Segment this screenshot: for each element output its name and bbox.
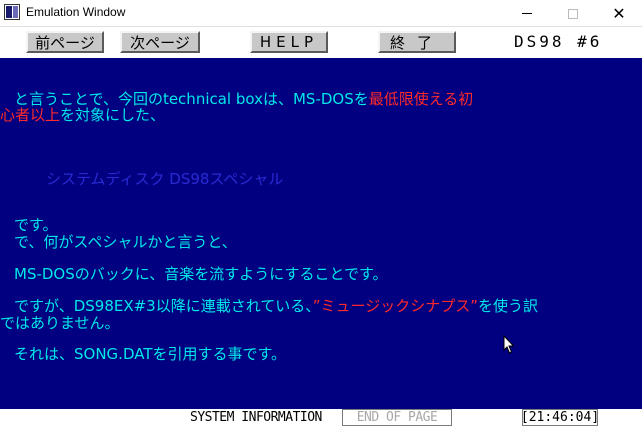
close-icon: ✕ (612, 3, 626, 23)
next-page-button[interactable]: 次ページ (120, 31, 200, 53)
mouse-cursor-icon (503, 335, 515, 354)
page-id-label: DS98 #6 (514, 32, 603, 51)
prev-page-button[interactable]: 前ページ (26, 31, 104, 53)
system-information-label: SYSTEM INFORMATION (190, 410, 322, 425)
text-line-2-a: 心者以上 (0, 106, 61, 124)
maximize-icon (568, 8, 578, 19)
text-line-1-b: は、MS-DOSを (262, 90, 369, 108)
text-line-7: ですが、DS98EX#3以降に連載されている、”ミュージックシナプス”を使う訳 (14, 297, 538, 315)
clock-display: [21:46:04] (520, 409, 600, 426)
title-bar[interactable]: Emulation Window ✕ (0, 0, 642, 27)
text-line-8: ではありません。 (0, 314, 120, 332)
emulator-screen: 前ページ 次ページ HELP 終了 DS98 #6 と言うことで、今回のtech… (0, 28, 642, 427)
minimize-button[interactable] (504, 0, 550, 27)
text-line-2: 心者以上を対象にした、 (0, 106, 165, 124)
text-line-3: システムディスク DS98スペシャル (46, 170, 284, 188)
text-line-4: です。 (14, 216, 58, 234)
status-bar: SYSTEM INFORMATION END OF PAGE [21:46:04… (0, 409, 642, 427)
text-line-5: で、何がスペシャルかと言うと、 (14, 233, 237, 251)
window-title: Emulation Window (26, 5, 126, 19)
clock-time: 21:46:04 (528, 410, 592, 425)
text-line-7-c: を使う訳 (478, 297, 539, 315)
maximize-button[interactable] (550, 0, 596, 27)
minimize-icon (522, 13, 532, 14)
function-key-bar: 前ページ 次ページ HELP 終了 DS98 #6 (0, 28, 642, 58)
text-line-2-b: を対象にした、 (60, 106, 166, 124)
text-line-6: MS-DOSのバックに、音楽を流すようにすることです。 (14, 265, 388, 283)
text-line-7-b: ”ミュージックシナプス” (312, 297, 479, 315)
quit-button[interactable]: 終了 (378, 31, 456, 53)
text-line-7-a: ですが、DS98EX#3以降に連載されている、 (14, 297, 313, 315)
end-of-page-indicator: END OF PAGE (342, 409, 452, 426)
help-button[interactable]: HELP (250, 31, 328, 53)
close-button[interactable]: ✕ (596, 0, 642, 27)
text-line-9: それは、SONG.DATを引用する事です。 (14, 345, 286, 363)
text-line-1-c: 最低限使える初 (368, 90, 474, 108)
app-icon[interactable] (4, 4, 20, 20)
